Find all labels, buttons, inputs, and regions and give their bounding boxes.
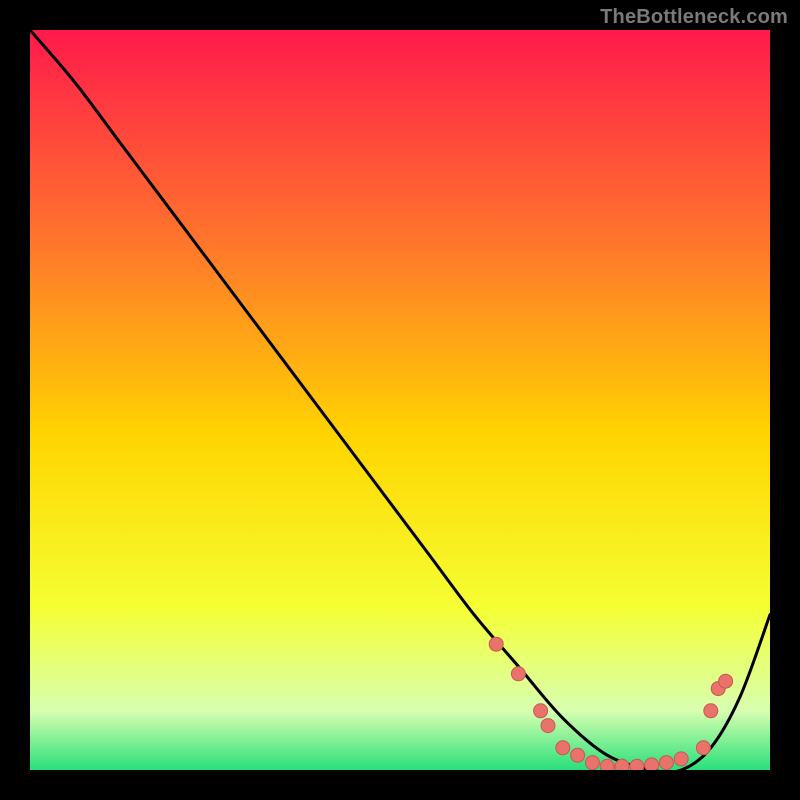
data-marker bbox=[600, 759, 614, 770]
data-marker bbox=[674, 752, 688, 766]
data-marker bbox=[585, 756, 599, 770]
plot-area bbox=[30, 30, 770, 770]
data-marker bbox=[704, 704, 718, 718]
data-marker bbox=[645, 758, 659, 770]
chart-svg bbox=[30, 30, 770, 770]
data-marker bbox=[511, 667, 525, 681]
data-marker bbox=[534, 704, 548, 718]
data-marker bbox=[571, 748, 585, 762]
attribution-text: TheBottleneck.com bbox=[600, 6, 788, 29]
gradient-background bbox=[30, 30, 770, 770]
data-marker bbox=[659, 756, 673, 770]
data-marker bbox=[541, 719, 555, 733]
data-marker bbox=[630, 759, 644, 770]
data-marker bbox=[719, 674, 733, 688]
data-marker bbox=[489, 637, 503, 651]
data-marker bbox=[696, 741, 710, 755]
data-marker bbox=[556, 741, 570, 755]
chart-frame: TheBottleneck.com bbox=[0, 0, 800, 800]
data-marker bbox=[615, 759, 629, 770]
